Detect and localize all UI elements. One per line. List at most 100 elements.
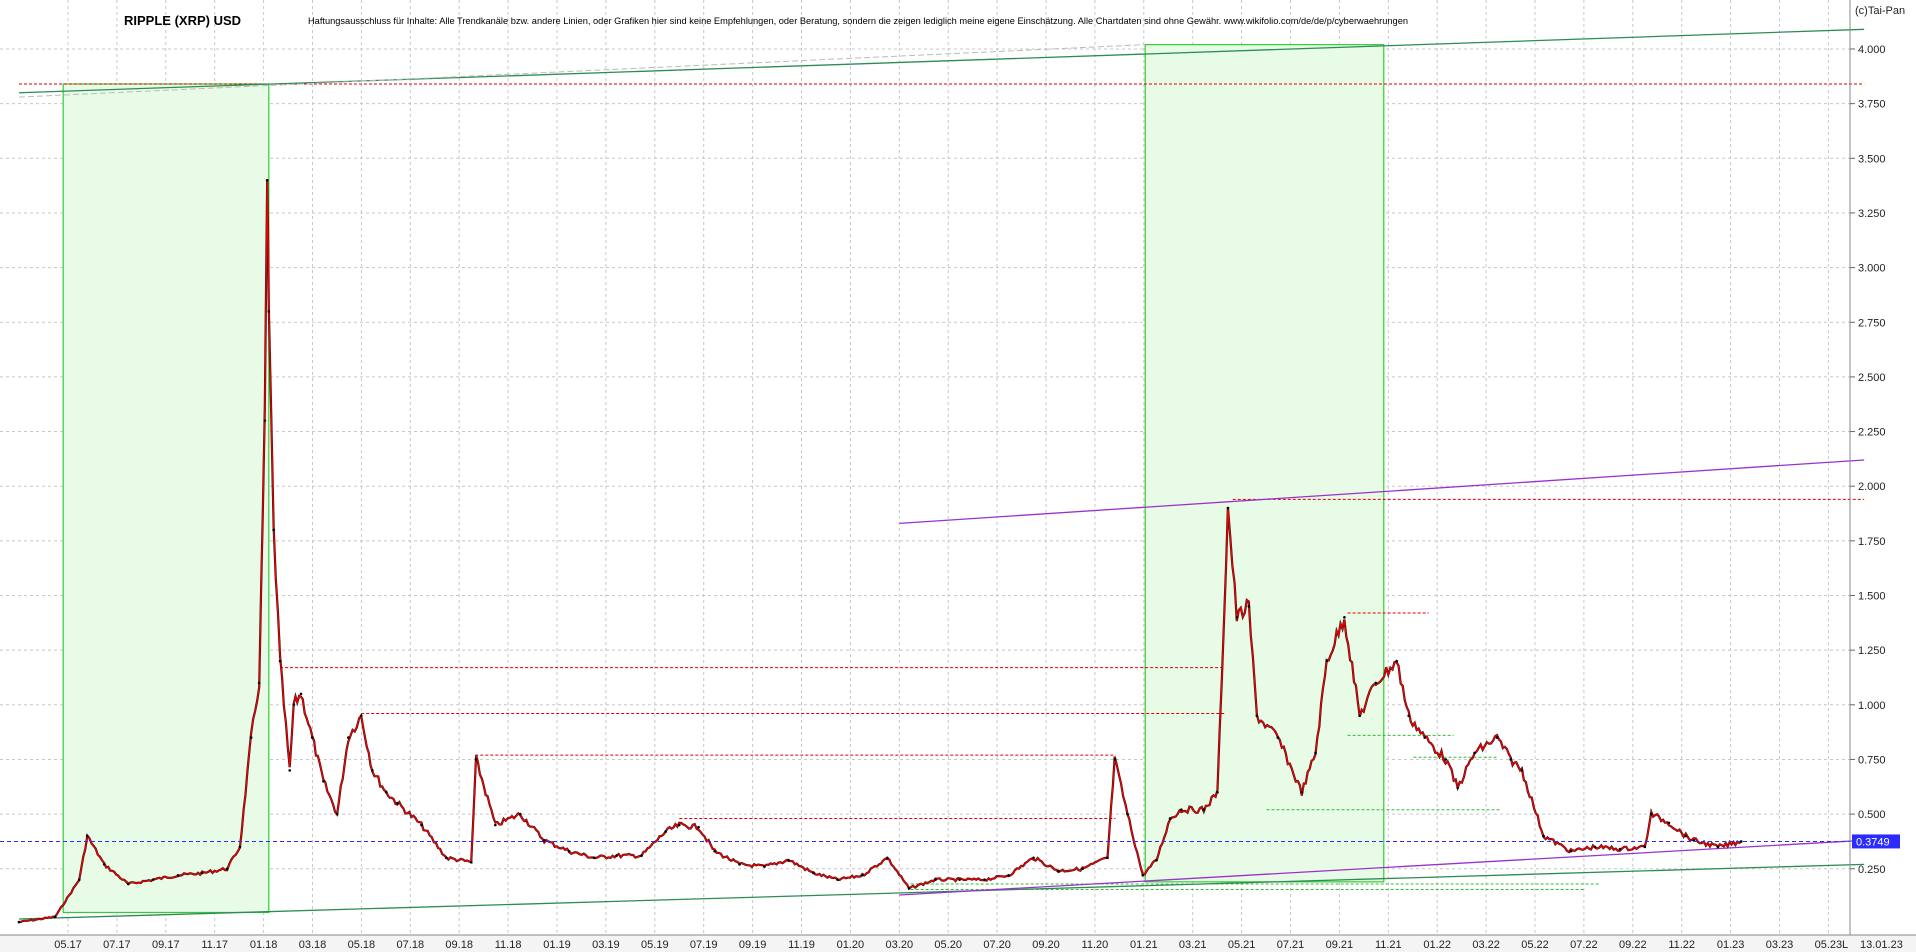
data-point	[272, 528, 275, 532]
data-point	[836, 878, 839, 881]
y-tick-label: 2.500	[1858, 372, 1886, 384]
x-tick-label: 11.17	[201, 939, 228, 951]
y-tick-label: 3.500	[1858, 153, 1886, 165]
data-point	[200, 871, 204, 875]
x-tick-label: 09.17	[152, 939, 180, 951]
x-tick-label: 03.22	[1472, 939, 1500, 951]
data-point	[77, 878, 81, 881]
data-point	[1202, 808, 1206, 812]
data-point	[494, 823, 497, 827]
data-point	[983, 878, 986, 881]
y-tick-label: 1.500	[1858, 591, 1886, 603]
x-tick-label: 07.21	[1277, 939, 1305, 951]
data-point	[1126, 812, 1129, 816]
data-point	[812, 871, 815, 875]
x-tick-label: 11.22	[1668, 939, 1695, 951]
data-point	[763, 865, 766, 868]
x-tick-label: 03.23	[1766, 939, 1794, 951]
data-point	[1343, 616, 1346, 619]
data-point	[1667, 821, 1671, 825]
data-point	[1643, 845, 1647, 849]
x-tick-label: 07.17	[103, 939, 131, 951]
data-point	[907, 887, 911, 890]
x-tick-label: 01.18	[250, 939, 278, 951]
data-point	[225, 867, 229, 871]
y-tick-label: 1.000	[1858, 700, 1886, 712]
x-tick-label: 01.22	[1423, 939, 1451, 951]
data-point	[1216, 790, 1219, 794]
data-point	[1113, 758, 1116, 761]
x-tick-label: 03.18	[299, 939, 327, 951]
data-point	[1276, 736, 1280, 739]
data-point	[249, 736, 253, 739]
x-tick-label: 07.19	[690, 939, 718, 951]
data-point	[886, 856, 889, 860]
data-point	[1032, 856, 1035, 860]
data-point	[1314, 751, 1317, 755]
data-point	[1444, 758, 1447, 761]
x-tick-label: 11.18	[495, 939, 522, 951]
data-point	[310, 736, 314, 739]
x-tick-label: 09.22	[1619, 939, 1647, 951]
data-point	[1473, 751, 1476, 755]
x-tick-label: 05.19	[641, 939, 669, 951]
data-point	[567, 849, 571, 853]
x-tick-label: 09.21	[1326, 939, 1354, 951]
y-tick-label: 0.500	[1858, 809, 1886, 821]
x-tick-label: 07.20	[983, 939, 1011, 951]
data-point	[1739, 840, 1743, 843]
data-point	[347, 736, 350, 739]
axis-corner-label: L	[1842, 939, 1848, 951]
x-tick-label: 09.19	[739, 939, 767, 951]
y-axis-ticks: 4.000 3.750 3.500 3.250 3.000 2.750 2.500 2.250…	[1850, 44, 1886, 876]
data-point	[1247, 605, 1251, 608]
x-tick-label: 01.21	[1130, 939, 1158, 951]
highlight-zone	[1144, 44, 1385, 883]
x-tick-label: 01.23	[1717, 939, 1745, 951]
data-point	[1325, 659, 1329, 663]
data-point	[299, 692, 303, 696]
data-point	[934, 878, 937, 881]
x-tick-label: 05.22	[1521, 939, 1549, 951]
data-point	[1495, 736, 1499, 739]
y-tick-label: 1.250	[1858, 645, 1886, 657]
data-point	[640, 854, 643, 857]
y-tick-label: 4.000	[1858, 44, 1886, 56]
x-tick-label: 11.19	[788, 939, 815, 951]
y-tick-label: 2.250	[1858, 427, 1886, 439]
x-tick-label: 01.20	[837, 939, 865, 951]
data-point	[1716, 845, 1720, 849]
x-tick-label: 05.20	[934, 939, 962, 951]
data-point	[126, 882, 130, 886]
x-axis-ticks: 05.17 07.17 09.17 11.17 01.18 03.18 05.18 07.18…	[54, 939, 1842, 951]
data-point	[1618, 847, 1622, 851]
data-point	[518, 812, 522, 816]
data-point	[292, 703, 296, 707]
y-tick-label: 0.250	[1858, 864, 1886, 876]
data-point	[265, 178, 269, 182]
disclaimer-text: Haftungsausschluss für Inhalte: Alle Tre…	[308, 16, 1408, 26]
data-point	[1542, 834, 1545, 838]
data-point	[1057, 869, 1060, 873]
data-point	[1569, 849, 1573, 853]
x-tick-label: 09.20	[1032, 939, 1060, 951]
data-point	[445, 856, 448, 860]
data-point	[664, 830, 667, 833]
data-point	[17, 920, 21, 924]
data-point	[1423, 736, 1427, 739]
current-price-label: 0.3749	[1856, 836, 1890, 848]
x-tick-label: 09.18	[445, 939, 473, 951]
y-tick-label: 2.000	[1858, 481, 1886, 493]
y-tick-label: 3.250	[1858, 208, 1886, 220]
data-point	[257, 681, 261, 685]
data-point	[713, 849, 716, 853]
data-point	[359, 714, 363, 718]
data-point	[1407, 714, 1410, 718]
data-point	[1456, 786, 1459, 790]
data-point	[1255, 714, 1259, 718]
data-point	[53, 915, 57, 919]
data-point	[151, 878, 155, 881]
data-point	[1649, 812, 1653, 816]
data-point	[1684, 834, 1688, 838]
data-point	[267, 310, 271, 313]
